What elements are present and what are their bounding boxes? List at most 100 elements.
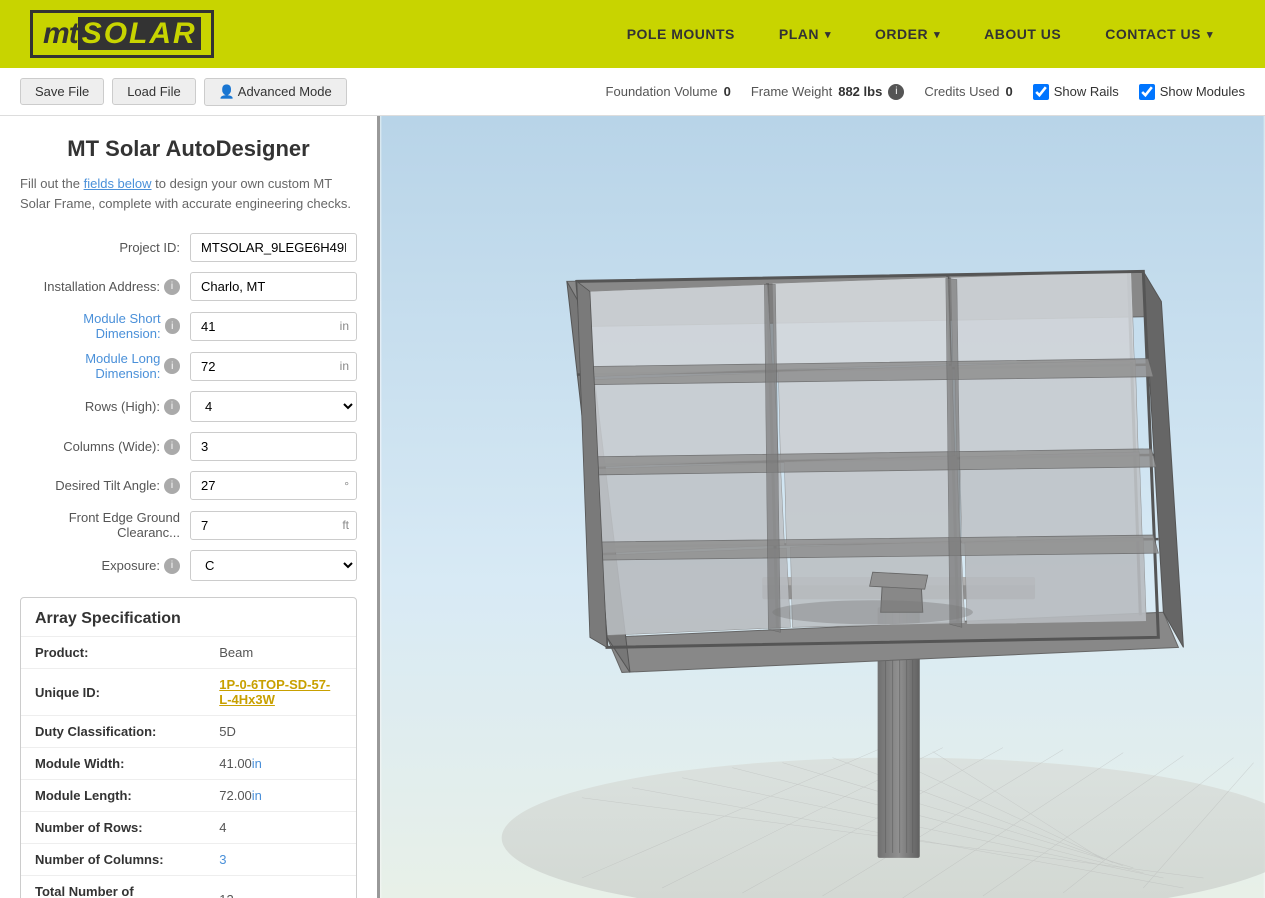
tilt-label: Desired Tilt Angle: i [20, 478, 190, 494]
address-input[interactable] [190, 272, 357, 301]
unit-highlight: in [252, 756, 262, 771]
advanced-mode-button[interactable]: 👤 Advanced Mode [204, 78, 347, 106]
address-row: Installation Address: i [20, 272, 357, 301]
rows-row: Rows (High): i 123456 [20, 391, 357, 422]
columns-input[interactable] [190, 432, 357, 461]
fields-link[interactable]: fields below [84, 176, 152, 191]
toolbar: Save File Load File 👤 Advanced Mode Foun… [0, 68, 1265, 116]
exposure-info-icon[interactable]: i [164, 558, 180, 574]
clearance-unit: ft [342, 518, 349, 532]
exposure-label: Exposure: i [20, 558, 190, 574]
nav-about-us[interactable]: ABOUT US [962, 0, 1083, 68]
tilt-info-icon[interactable]: i [164, 478, 180, 494]
spec-row-unique-id: Unique ID: 1P-0-6TOP-SD-57-L-4Hx3W [21, 669, 356, 716]
frame-weight-info-icon[interactable]: i [888, 84, 904, 100]
exposure-input-wrap: BCD [190, 550, 357, 581]
project-id-row: Project ID: [20, 233, 357, 262]
tilt-unit: ° [344, 479, 349, 493]
spec-value: 1P-0-6TOP-SD-57-L-4Hx3W [205, 669, 356, 716]
nav-contact-us[interactable]: CONTACT US▾ [1083, 0, 1235, 68]
spec-row-module-length: Module Length: 72.00in [21, 780, 356, 812]
spec-value: 4 [205, 812, 356, 844]
module-short-row: Module Short Dimension: i in [20, 311, 357, 341]
spec-row-num-rows: Number of Rows: 4 [21, 812, 356, 844]
spec-row-total-modules: Total Number of Modules: 12 [21, 876, 356, 898]
address-info-icon[interactable]: i [164, 279, 180, 295]
spec-value: 3 [205, 844, 356, 876]
columns-highlight: 3 [219, 852, 226, 867]
show-rails-checkbox[interactable] [1033, 84, 1049, 100]
show-modules-toggle[interactable]: Show Modules [1139, 84, 1245, 100]
spec-label: Total Number of Modules: [21, 876, 205, 898]
project-id-label: Project ID: [20, 240, 190, 255]
clearance-input[interactable] [190, 511, 357, 540]
rows-input-wrap: 123456 [190, 391, 357, 422]
spec-row-module-width: Module Width: 41.00in [21, 748, 356, 780]
toolbar-stats: Foundation Volume 0 Frame Weight 882 lbs… [606, 84, 1245, 100]
tilt-row: Desired Tilt Angle: i ° [20, 471, 357, 500]
exposure-row: Exposure: i BCD [20, 550, 357, 581]
toolbar-actions: Save File Load File 👤 Advanced Mode [20, 78, 347, 106]
rows-info-icon[interactable]: i [164, 399, 180, 415]
solar-panel-3d-render [380, 116, 1265, 898]
module-long-row: Module Long Dimension: i in [20, 351, 357, 381]
module-long-unit: in [340, 359, 349, 373]
navigation: mtSOLAR POLE MOUNTS PLAN▾ ORDER▾ ABOUT U… [0, 0, 1265, 68]
project-id-input[interactable] [190, 233, 357, 262]
rows-label: Rows (High): i [20, 399, 190, 415]
spec-value: 41.00in [205, 748, 356, 780]
page-title: MT Solar AutoDesigner [20, 136, 357, 162]
nav-plan[interactable]: PLAN▾ [757, 0, 853, 68]
module-long-input[interactable] [190, 352, 357, 381]
address-label: Installation Address: i [20, 279, 190, 295]
logo[interactable]: mtSOLAR [30, 10, 605, 58]
nav-pole-mounts[interactable]: POLE MOUNTS [605, 0, 757, 68]
foundation-volume-stat: Foundation Volume 0 [606, 84, 731, 99]
chevron-down-icon: ▾ [1207, 28, 1213, 41]
sidebar-description: Fill out the fields below to design your… [20, 174, 357, 213]
spec-value: 72.00in [205, 780, 356, 812]
module-long-label: Module Long Dimension: i [20, 351, 190, 381]
nav-order[interactable]: ORDER▾ [853, 0, 962, 68]
chevron-down-icon: ▾ [934, 28, 940, 41]
show-rails-toggle[interactable]: Show Rails [1033, 84, 1119, 100]
spec-row-product: Product: Beam [21, 637, 356, 669]
module-short-info-icon[interactable]: i [165, 318, 180, 334]
columns-input-wrap [190, 432, 357, 461]
save-file-button[interactable]: Save File [20, 78, 104, 105]
columns-info-icon[interactable]: i [164, 439, 180, 455]
spec-value: 5D [205, 716, 356, 748]
module-short-label: Module Short Dimension: i [20, 311, 190, 341]
spec-label: Unique ID: [21, 669, 205, 716]
tilt-input-wrap: ° [190, 471, 357, 500]
frame-weight-stat: Frame Weight 882 lbs i [751, 84, 905, 100]
user-icon: 👤 [219, 84, 235, 99]
spec-table: Product: Beam Unique ID: 1P-0-6TOP-SD-57… [21, 636, 356, 898]
module-short-input-wrap: in [190, 312, 357, 341]
unit-highlight: in [252, 788, 262, 803]
spec-row-duty: Duty Classification: 5D [21, 716, 356, 748]
spec-label: Module Length: [21, 780, 205, 812]
unique-id-link[interactable]: 1P-0-6TOP-SD-57-L-4Hx3W [219, 677, 330, 707]
module-short-unit: in [340, 319, 349, 333]
spec-row-num-cols: Number of Columns: 3 [21, 844, 356, 876]
columns-row: Columns (Wide): i [20, 432, 357, 461]
spec-label: Number of Rows: [21, 812, 205, 844]
load-file-button[interactable]: Load File [112, 78, 195, 105]
credits-used-stat: Credits Used 0 [924, 84, 1012, 99]
show-modules-checkbox[interactable] [1139, 84, 1155, 100]
chevron-down-icon: ▾ [825, 28, 831, 41]
module-long-info-icon[interactable]: i [164, 358, 180, 374]
sidebar: MT Solar AutoDesigner Fill out the field… [0, 116, 380, 898]
clearance-label: Front Edge Ground Clearanc... [20, 510, 190, 540]
clearance-row: Front Edge Ground Clearanc... ft [20, 510, 357, 540]
spec-label: Number of Columns: [21, 844, 205, 876]
rows-select[interactable]: 123456 [190, 391, 357, 422]
array-spec-title: Array Specification [21, 598, 356, 636]
module-short-input[interactable] [190, 312, 357, 341]
tilt-input[interactable] [190, 471, 357, 500]
spec-value: 12 [205, 876, 356, 898]
3d-viewport[interactable] [380, 116, 1265, 898]
exposure-select[interactable]: BCD [190, 550, 357, 581]
main-layout: MT Solar AutoDesigner Fill out the field… [0, 116, 1265, 898]
